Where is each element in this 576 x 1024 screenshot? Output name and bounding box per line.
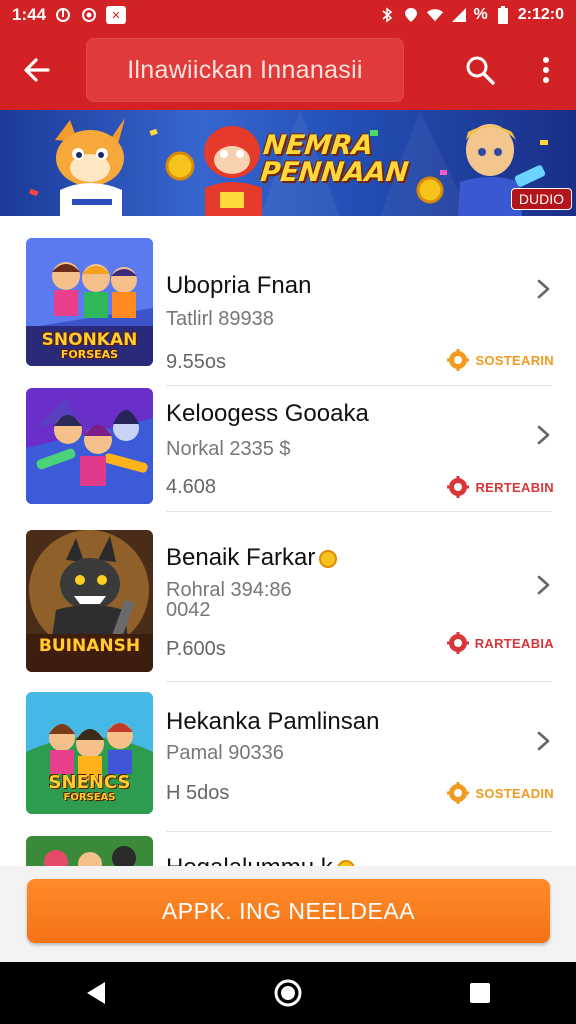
divider <box>166 831 552 832</box>
game-row[interactable]: BUINANSH Benaik Farkar Rohral 394:86 004… <box>0 528 576 682</box>
game-thumbnail: BUINANSH <box>26 530 153 672</box>
search-icon <box>466 56 495 85</box>
promo-banner[interactable]: NEMRA PENNAAN DUDIO <box>0 110 576 216</box>
thumbnail-title: SNONKAN <box>41 330 138 350</box>
status-left: 1:44 ✕ <box>12 5 127 25</box>
game-thumbnail <box>26 388 153 504</box>
game-row[interactable]: SNONKAN FORSEAS Ubopria Fnan Tatlirl 899… <box>0 236 576 386</box>
game-thumbnail <box>26 836 153 866</box>
chevron-right-icon <box>537 731 550 751</box>
more-button[interactable] <box>516 30 576 110</box>
signal-icon <box>450 6 468 24</box>
game-title: Hogalalummu k <box>166 854 355 866</box>
nav-back-button[interactable] <box>56 962 136 1024</box>
location-icon <box>402 6 420 24</box>
game-title-text: Hogalalummu k <box>166 854 333 866</box>
nav-recents-icon <box>470 983 490 1003</box>
nav-home-icon <box>274 979 302 1007</box>
thumbnail-subtitle: FORSEAS <box>60 348 119 361</box>
gear-icon <box>446 632 469 654</box>
status-bar: 1:44 ✕ % 2:12:0 <box>0 0 576 30</box>
game-subtitle: Rohral 394:86 0042 <box>166 580 292 620</box>
back-button[interactable] <box>0 30 74 110</box>
title-box: Ilnawiickan Innanasii <box>86 38 404 102</box>
gear-icon <box>447 476 470 498</box>
game-subtitle-line2: 0042 <box>166 599 211 621</box>
game-thumbnail: SNONKAN FORSEAS <box>26 238 153 366</box>
thumbnail-title: BUINANSH <box>38 636 141 656</box>
status-time: 1:44 <box>12 5 47 24</box>
game-tag: RERTEABIN <box>447 476 554 498</box>
battery-text: % <box>473 6 488 23</box>
game-title: Keloogess Gooaka <box>166 400 369 427</box>
system-navigation-bar <box>0 962 576 1024</box>
action-area: APPK. ING NEELDEAA <box>0 866 576 962</box>
bluetooth-icon <box>378 6 396 24</box>
game-tag: RARTEABIA <box>446 632 554 654</box>
game-tag-label: RERTEABIN <box>475 479 554 495</box>
chevron-right-icon <box>537 279 550 299</box>
primary-action-button[interactable]: APPK. ING NEELDEAA <box>27 879 550 943</box>
ellipse-icon <box>54 6 72 24</box>
target-icon <box>80 6 98 24</box>
game-size: H 5dos <box>166 782 230 804</box>
game-thumbnail: SNENCS FORSEAS <box>26 692 153 814</box>
thumbnail-title: SNENCS <box>48 772 131 793</box>
app-bar: Ilnawiickan Innanasii <box>0 30 576 110</box>
game-title: Benaik Farkar <box>166 544 338 572</box>
block-icon: ✕ <box>106 6 127 24</box>
status-clock-right: 2:12:0 <box>517 6 564 23</box>
game-tag-label: RARTEABIA <box>474 635 554 651</box>
app-actions <box>444 30 576 110</box>
battery-icon <box>494 6 512 24</box>
nav-home-button[interactable] <box>248 962 328 1024</box>
more-vertical-icon <box>543 57 549 83</box>
chevron-right-icon <box>537 575 550 595</box>
chevron-right-icon <box>537 425 550 445</box>
game-title-text: Benaik Farkar <box>166 544 316 571</box>
nav-back-icon <box>87 982 105 1004</box>
banner-title-line1: NEMRA <box>261 130 375 161</box>
game-size: 9.55os <box>166 351 227 373</box>
search-button[interactable] <box>444 30 516 110</box>
thumbnail-subtitle: FORSEAS <box>63 792 116 803</box>
game-subtitle: Tatlirl 89938 <box>166 308 274 330</box>
game-subtitle-line1: Rohral 394:86 <box>166 579 292 601</box>
game-row[interactable]: Hogalalummu k <box>0 834 576 866</box>
page-title: Ilnawiickan Innanasii <box>127 55 363 84</box>
divider <box>166 511 552 512</box>
game-tag: SOSTEARIN <box>447 349 554 371</box>
nav-recents-button[interactable] <box>440 962 520 1024</box>
phone-screen: 1:44 ✕ % 2:12:0 Ilnawiickan Innanasii NE… <box>0 0 576 1024</box>
game-title: Ubopria Fnan <box>166 272 312 299</box>
game-size: 4.608 <box>166 476 217 498</box>
status-right: % 2:12:0 <box>378 6 564 24</box>
coin-icon <box>319 549 338 568</box>
game-subtitle: Pamal 90336 <box>166 742 284 764</box>
gear-icon <box>447 349 470 371</box>
game-row[interactable]: Keloogess Gooaka Norkal 2335 $ 4.608 RER… <box>0 384 576 534</box>
gear-icon <box>447 782 470 804</box>
game-list: SNONKAN FORSEAS Ubopria Fnan Tatlirl 899… <box>0 216 576 866</box>
banner-title: NEMRA PENNAAN <box>258 130 413 188</box>
divider <box>166 681 552 682</box>
game-tag: SOSTEADIN <box>447 782 554 804</box>
game-tag-label: SOSTEADIN <box>475 785 554 801</box>
wifi-icon <box>426 6 444 24</box>
game-size: P.600s <box>166 638 226 660</box>
game-row[interactable]: SNENCS FORSEAS Hekanka Pamlinsan Pamal 9… <box>0 692 576 842</box>
game-title: Hekanka Pamlinsan <box>166 708 380 735</box>
game-tag-label: SOSTEARIN <box>475 352 554 368</box>
banner-title-line2: PENNAAN <box>258 157 411 188</box>
arrow-back-icon <box>24 58 50 82</box>
banner-badge: DUDIO <box>510 188 572 210</box>
game-subtitle: Norkal 2335 $ <box>166 438 291 460</box>
